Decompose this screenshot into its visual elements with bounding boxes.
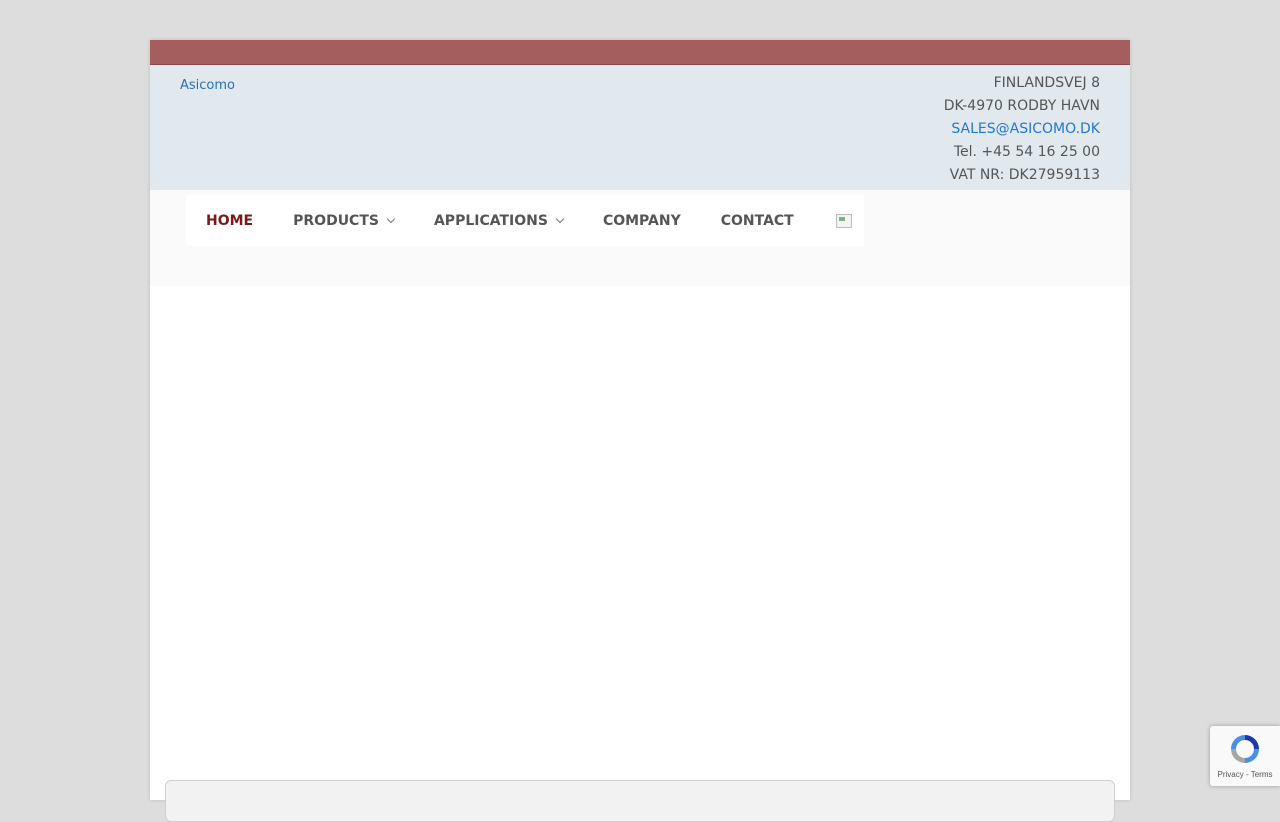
nav-company[interactable]: COMPANY (583, 195, 701, 246)
contact-info: FINLANDSVEJ 8 DK-4970 RODBY HAVN SALES@A… (944, 72, 1100, 187)
nav-home[interactable]: HOME (186, 195, 273, 246)
chevron-down-icon (555, 214, 565, 223)
nav-contact-label: CONTACT (720, 212, 794, 229)
phone-text: Tel. +45 54 16 25 00 (953, 144, 1100, 160)
vat-text: VAT NR: DK27959113 (949, 167, 1100, 183)
flag-icon (835, 213, 852, 228)
email-link[interactable]: SALES@ASICOMO.DK (951, 121, 1100, 137)
nav-applications[interactable]: APPLICATIONS (414, 195, 583, 246)
nav-band: HOME PRODUCTS APPLICATIONS COMPANY CONTA… (150, 190, 1130, 286)
recaptcha-badge[interactable]: Privacy - Terms (1210, 726, 1280, 786)
recaptcha-links[interactable]: Privacy - Terms (1210, 770, 1280, 779)
content-panel (165, 780, 1115, 822)
recaptcha-icon (1231, 735, 1259, 763)
site-header: Asicomo FINLANDSVEJ 8 DK-4970 RODBY HAVN… (150, 65, 1130, 190)
address-line1: FINLANDSVEJ 8 (993, 75, 1100, 91)
chevron-down-icon (386, 214, 396, 223)
nav-company-label: COMPANY (602, 212, 681, 229)
nav-home-label: HOME (206, 212, 254, 229)
top-bar (150, 40, 1130, 65)
nav-applications-label: APPLICATIONS (433, 212, 548, 229)
address-line2: DK-4970 RODBY HAVN (943, 98, 1100, 114)
page-wrapper: Asicomo FINLANDSVEJ 8 DK-4970 RODBY HAVN… (150, 40, 1130, 822)
nav-products-label: PRODUCTS (293, 212, 379, 229)
logo-link[interactable]: Asicomo (180, 78, 235, 93)
nav-contact[interactable]: CONTACT (701, 195, 814, 246)
nav-products[interactable]: PRODUCTS (273, 195, 414, 246)
main-nav: HOME PRODUCTS APPLICATIONS COMPANY CONTA… (186, 195, 864, 246)
nav-language[interactable] (814, 195, 872, 246)
